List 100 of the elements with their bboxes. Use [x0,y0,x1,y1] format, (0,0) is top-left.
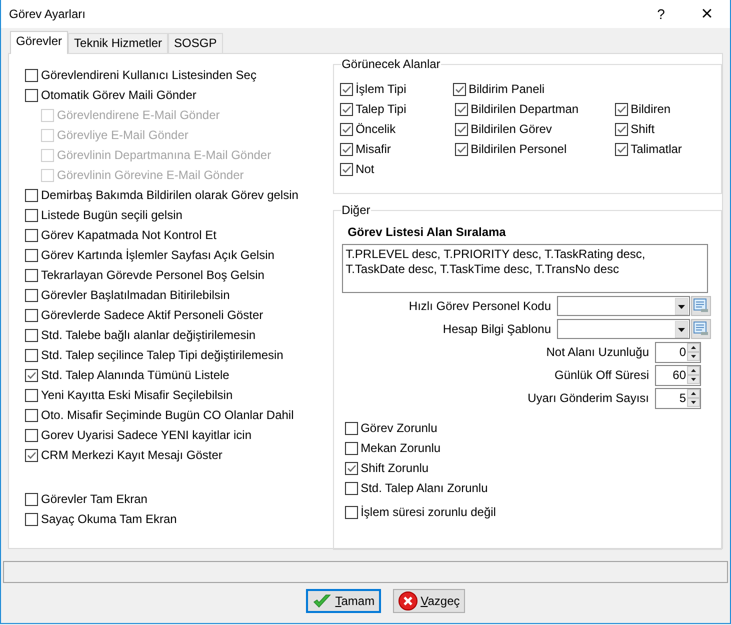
checkbox[interactable] [25,348,38,362]
checkbox-label: Görevlinin Departmanına E-Mail Gönder [57,148,272,162]
field-label: Hızlı Görev Personel Kodu [408,299,551,313]
checkbox-label: İşlem Tipi [356,82,406,96]
checkbox-label: Görevlerde Sadece Aktif Personeli Göster [41,308,264,322]
dropdown-arrow-icon[interactable] [675,320,688,338]
checkbox-label: Std. Talep Alanında Tümünü Listele [41,368,230,382]
checkbox-label: Görevlinin Görevine E-Mail Gönder [57,168,244,182]
dropdown-field[interactable] [557,319,690,339]
checkbox[interactable] [344,442,358,454]
field-label: Görev Listesi Alan Sıralama [348,225,507,241]
checkbox[interactable] [25,288,38,302]
checkbox-label: Görevliye E-Mail Gönder [57,128,188,142]
checkbox-label: Gorev Uyarisi Sadece YENI kayitlar icin [41,428,252,442]
checkbox[interactable] [340,82,353,96]
dropdown-field[interactable] [557,296,690,316]
checkbox-label: Not [356,162,374,176]
group-title: Diğer [340,203,372,217]
checkbox[interactable] [340,162,353,176]
checkbox-label: Görev Kartında İşlemler Sayfası Açık Gelsin [41,248,274,262]
number-field[interactable]: 5 [655,388,701,408]
checkbox-label: Bildirim Paneli [468,82,545,96]
checkbox[interactable] [344,506,358,518]
checkbox-label: CRM Merkezi Kayıt Mesajı Göster [41,448,222,462]
checkbox-label: Görevlendirene E-Mail Gönder [57,108,220,122]
checkbox-label: Görev Zorunlu [360,421,438,435]
checkbox[interactable] [454,102,468,116]
checkbox[interactable] [614,142,628,156]
checkbox[interactable] [454,142,468,156]
ok-button[interactable]: Tamam [306,589,381,613]
checkbox[interactable] [25,408,38,422]
checkbox-label: Talimatlar [630,142,682,156]
checkbox-label: Tekrarlayan Görevde Personel Boş Gelsin [41,268,264,282]
checkbox[interactable] [454,122,468,136]
field-label: Günlük Off Süresi [554,368,649,382]
checkbox[interactable] [25,188,38,202]
checkbox-label: İşlem süresi zorunlu değil [360,505,496,519]
checkbox[interactable] [340,122,353,136]
number-field[interactable]: 0 [655,342,701,362]
spinner-arrows-icon[interactable] [687,366,700,384]
checkbox[interactable] [25,68,38,82]
checkbox[interactable] [25,512,38,526]
checkbox[interactable] [614,122,628,136]
checkbox-label: Shift [630,122,655,136]
checkbox-label: Std. Talep seçilince Talep Tipi değiştirilemesin [41,348,284,362]
text-area[interactable]: T.PRLEVEL desc, T.PRIORITY desc, T.TaskRating desc, T.TaskDate desc, T.TaskTime desc, T.TransNo desc [342,244,708,293]
checkbox[interactable] [452,82,466,96]
checkbox-label: Oto. Misafir Seçiminde Bugün CO Olanlar Dahil [41,408,294,422]
checkbox-label: Bildirilen Departman [470,102,579,116]
checkbox-label: Std. Talep Alanı Zorunlu [360,481,488,495]
checkbox[interactable] [25,368,38,382]
checkbox-label: Misafir [356,142,391,156]
checkbox-label: Bildirilen Görev [470,122,552,136]
close-button[interactable]: × [684,2,730,26]
checkmark-icon [312,593,332,609]
checkbox-label: Sayaç Okuma Tam Ekran [41,512,177,526]
spinner-arrows-icon[interactable] [687,389,700,407]
checkbox[interactable] [25,428,38,442]
checkbox[interactable] [25,248,38,262]
checkbox[interactable] [344,462,358,474]
tab[interactable]: Görevler [10,31,68,54]
checkbox[interactable] [25,228,38,242]
checkbox-label: Demirbaş Bakımda Bildirilen olarak Görev gelsin [41,188,298,202]
checkbox-label: Std. Talebe bağlı alanlar değiştirilemesin [41,328,256,342]
checkbox[interactable] [340,142,353,156]
checkbox-label: Görevler Tam Ekran [41,492,148,506]
checkbox[interactable] [25,308,38,322]
checkbox-label: Listede Bugün seçili gelsin [41,208,182,222]
checkbox[interactable] [25,448,38,462]
dropdown-arrow-icon[interactable] [675,298,688,314]
field-label: Not Alanı Uzunluğu [546,345,649,359]
checkbox[interactable] [25,492,38,506]
help-button[interactable]: ? [638,6,684,22]
checkbox[interactable] [340,102,353,116]
tab[interactable]: Teknik Hizmetler [68,33,168,53]
checkbox-label: Otomatik Görev Maili Gönder [41,88,196,102]
spinner-arrows-icon[interactable] [687,343,700,361]
checkbox-label: Shift Zorunlu [360,461,429,475]
window-title: Görev Ayarları [8,7,86,21]
checkbox-label: Yeni Kayıtta Eski Misafir Seçilebilsin [41,388,233,402]
checkbox[interactable] [614,102,628,116]
checkbox-label: Talep Tipi [356,102,406,116]
field-label: Uyarı Gönderim Sayısı [528,391,649,405]
cancel-icon [398,591,418,611]
checkbox-label: Mekan Zorunlu [360,441,441,455]
group-title: Görünecek Alanlar [340,57,442,71]
checkbox[interactable] [344,422,358,434]
checkbox[interactable] [25,388,38,402]
checkbox[interactable] [344,482,358,494]
checkbox[interactable] [25,208,38,222]
number-field[interactable]: 60 [655,364,701,386]
checkbox[interactable] [25,268,38,282]
field-label: Hesap Bilgi Şablonu [442,322,551,336]
checkbox[interactable] [25,88,38,102]
checkbox[interactable] [25,328,38,342]
checkbox-label: Bildiren [630,102,671,116]
cancel-button[interactable]: Vazgeç [392,589,465,613]
checkbox-label: Görevlendireni Kullanıcı Listesinden Seç [41,68,256,82]
tab[interactable]: SOSGP [168,33,223,53]
checkbox-label: Görev Kapatmada Not Kontrol Et [41,228,216,242]
